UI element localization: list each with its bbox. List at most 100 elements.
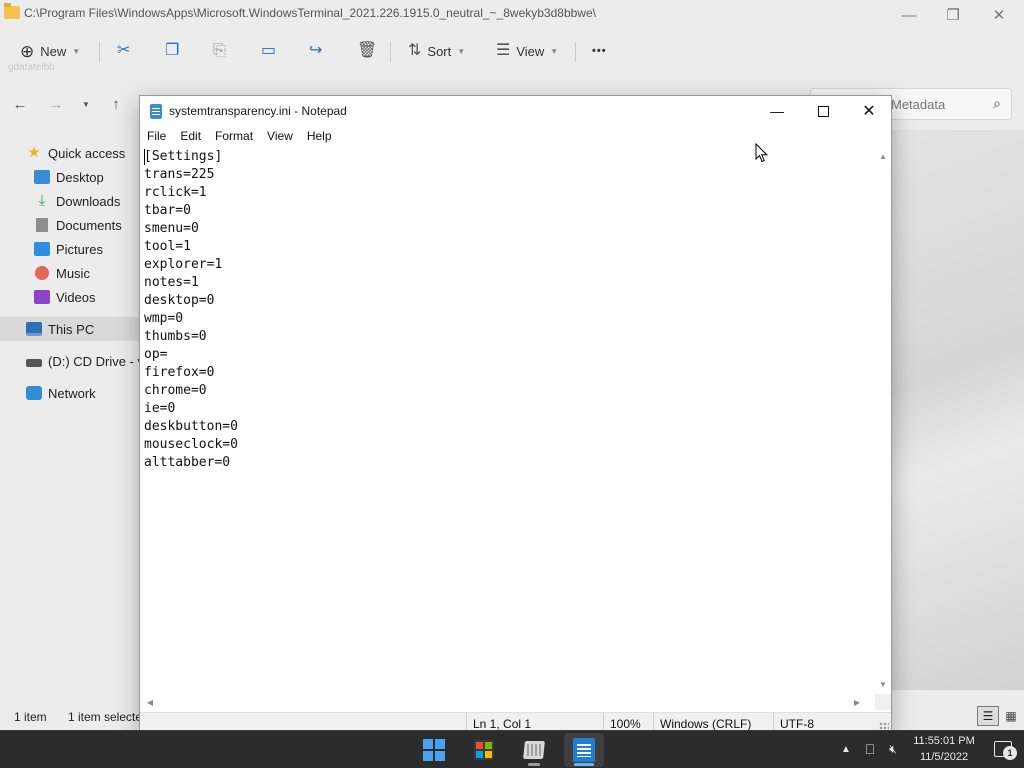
rename-button[interactable]: ▭ <box>261 38 276 64</box>
videos-icon <box>34 290 50 304</box>
vertical-scrollbar[interactable]: ▲ ▼ <box>875 146 891 694</box>
sidebar-item-pictures[interactable]: Pictures <box>0 237 140 261</box>
network-status-icon[interactable]: ⎕ <box>860 739 880 759</box>
tiles-view-icon[interactable]: ▦ <box>1001 706 1021 726</box>
copy-button[interactable]: ❐ <box>165 38 179 64</box>
minimize-button[interactable]: — <box>754 96 800 126</box>
sidebar-item-this-pc[interactable]: This PC <box>0 317 140 341</box>
maximize-button[interactable] <box>800 96 846 126</box>
notepad-title: systemtransparency.ini - Notepad <box>169 104 347 118</box>
taskbar-store[interactable] <box>464 733 504 767</box>
toolbar-divider <box>390 42 391 62</box>
menu-help[interactable]: Help <box>300 126 339 146</box>
document-text: [Settings] trans=225 rclick=1 tbar=0 smenu=0… <box>144 148 238 472</box>
horizontal-scrollbar[interactable]: ◀ ▶ <box>140 694 875 710</box>
scroll-right-arrow-icon[interactable]: ▶ <box>849 694 865 710</box>
sort-button-label: Sort <box>427 43 452 59</box>
taskbar-file-explorer[interactable] <box>514 733 554 767</box>
sidebar-item-label: Desktop <box>56 169 104 185</box>
document-line: thumbs=0 <box>144 329 207 344</box>
recent-locations-chevron-icon[interactable]: ▼ <box>76 94 96 114</box>
sort-icon: ⇅ <box>408 42 422 59</box>
selection-count: 1 item selecte <box>68 710 143 724</box>
scroll-up-arrow-icon[interactable]: ▲ <box>875 148 891 164</box>
folder-icon <box>4 3 20 19</box>
details-view-icon[interactable]: ☰ <box>977 706 999 726</box>
sidebar-item-network[interactable]: Network <box>0 381 140 405</box>
menu-file[interactable]: File <box>140 126 173 146</box>
share-button[interactable]: ↪ <box>309 38 322 64</box>
notepad-titlebar[interactable]: systemtransparency.ini - Notepad — ✕ <box>140 96 891 126</box>
document-line: chrome=0 <box>144 383 207 398</box>
sort-button[interactable]: ⇅ Sort ▼ <box>408 38 465 64</box>
more-options-button[interactable]: ••• <box>592 38 607 64</box>
notepad-icon <box>150 104 162 119</box>
active-indicator <box>574 763 594 766</box>
mouse-pointer-icon <box>755 143 769 163</box>
new-button[interactable]: ⊕ New ▼ <box>20 38 80 64</box>
clipboard-icon: ⎘ <box>213 42 226 59</box>
up-arrow-icon[interactable]: ↑ <box>106 94 126 114</box>
explorer-titlebar[interactable]: C:\Program Files\WindowsApps\Microsoft.W… <box>0 0 1024 30</box>
sidebar-item-downloads[interactable]: ⤓ Downloads <box>0 189 140 213</box>
text-caret <box>144 149 145 165</box>
windows-start-icon <box>423 739 445 761</box>
desktop-icon <box>34 170 50 184</box>
paste-button[interactable]: ⎘ <box>213 38 226 64</box>
volume-muted-icon[interactable]: 🔇︎ <box>884 739 902 759</box>
notepad-icon <box>573 738 595 762</box>
menu-view[interactable]: View <box>260 126 300 146</box>
scrollbar-corner <box>875 694 891 710</box>
document-line: [Settings] <box>144 149 223 164</box>
delete-button[interactable]: 🗑︎ <box>357 38 377 64</box>
start-button[interactable] <box>414 733 454 767</box>
sidebar-item-music[interactable]: Music <box>0 261 140 285</box>
cd-drive-icon <box>26 359 42 367</box>
document-line: ie=0 <box>144 401 176 416</box>
cut-button[interactable]: ✂ <box>117 38 130 64</box>
clock-time: 11:55:01 PM <box>913 735 975 747</box>
notepad-window: systemtransparency.ini - Notepad — ✕ Fil… <box>139 95 892 735</box>
document-line: mouseclock=0 <box>144 437 238 452</box>
document-line: trans=225 <box>144 167 215 182</box>
menu-edit[interactable]: Edit <box>173 126 208 146</box>
share-icon: ↪ <box>309 42 323 59</box>
back-arrow-icon[interactable]: ← <box>10 94 30 114</box>
sidebar-item-videos[interactable]: Videos <box>0 285 140 309</box>
clock[interactable]: 11:55:01 PM 11/5/2022 <box>905 733 983 765</box>
document-line: notes=1 <box>144 275 199 290</box>
sidebar-item-label: Network <box>48 385 96 401</box>
explorer-minimize-button[interactable]: — <box>886 0 932 30</box>
close-button[interactable]: ✕ <box>846 96 892 126</box>
download-icon: ⤓ <box>38 192 46 209</box>
document-line: tool=1 <box>144 239 191 254</box>
view-button[interactable]: ☰ View ▼ <box>496 38 558 64</box>
menu-format[interactable]: Format <box>208 126 260 146</box>
notepad-menu-bar: File Edit Format View Help <box>140 126 891 146</box>
explorer-restore-button[interactable]: ❐ <box>930 0 976 30</box>
show-hidden-icons-chevron-icon[interactable]: ▲ <box>838 739 854 759</box>
forward-arrow-icon[interactable]: → <box>46 94 66 114</box>
sidebar-item-label: Quick access <box>48 145 126 161</box>
document-line: desktop=0 <box>144 293 215 308</box>
maximize-icon <box>817 105 829 117</box>
scroll-left-arrow-icon[interactable]: ◀ <box>142 694 158 710</box>
running-indicator <box>528 763 540 766</box>
close-icon: ✕ <box>862 103 876 120</box>
document-line: explorer=1 <box>144 257 223 272</box>
notification-count: 1 <box>1003 746 1017 760</box>
explorer-close-button[interactable]: ✕ <box>976 0 1022 30</box>
scroll-down-arrow-icon[interactable]: ▼ <box>875 676 891 692</box>
document-line: alttabber=0 <box>144 455 231 470</box>
view-button-label: View <box>516 43 545 59</box>
sidebar-item-documents[interactable]: Documents <box>0 213 140 237</box>
item-count: 1 item <box>14 710 47 724</box>
taskbar-notepad[interactable] <box>564 733 604 767</box>
text-editor-area[interactable]: [Settings] trans=225 rclick=1 tbar=0 smenu=0… <box>140 146 875 694</box>
sidebar-item-cd-drive[interactable]: (D:) CD Drive - vi <box>0 349 140 373</box>
sidebar-item-label: Pictures <box>56 241 103 257</box>
sidebar-item-quick-access[interactable]: ★ Quick access <box>0 141 140 165</box>
sidebar-item-desktop[interactable]: Desktop <box>0 165 140 189</box>
star-icon: ★ <box>27 144 41 161</box>
minimize-icon: — <box>770 103 784 119</box>
